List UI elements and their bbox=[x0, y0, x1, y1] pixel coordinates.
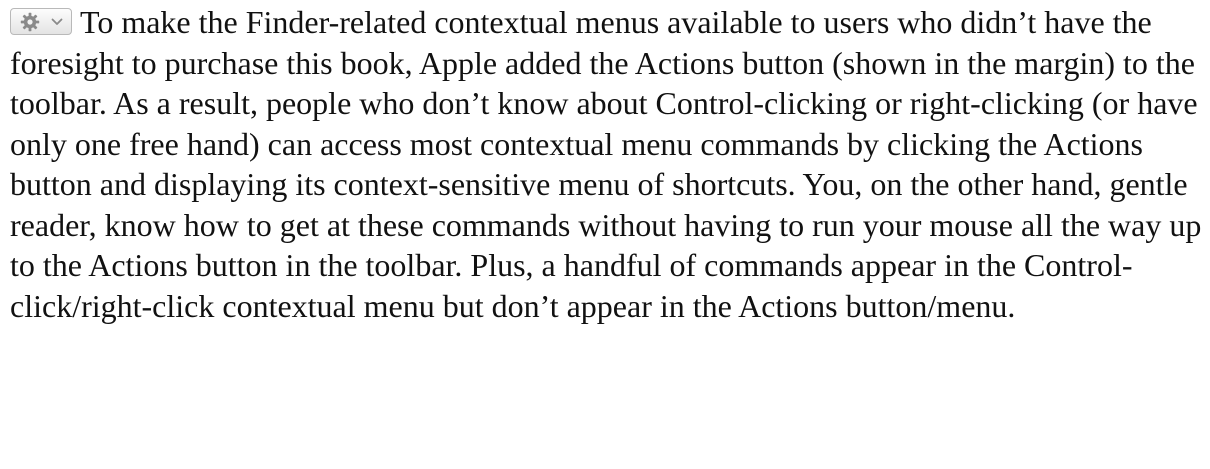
chevron-down-icon bbox=[51, 18, 63, 25]
body-paragraph: To make the Finder-related contextual me… bbox=[10, 2, 1206, 326]
page: To make the Finder-related contextual me… bbox=[0, 0, 1210, 469]
gear-icon bbox=[20, 12, 40, 32]
actions-button[interactable] bbox=[10, 8, 72, 35]
